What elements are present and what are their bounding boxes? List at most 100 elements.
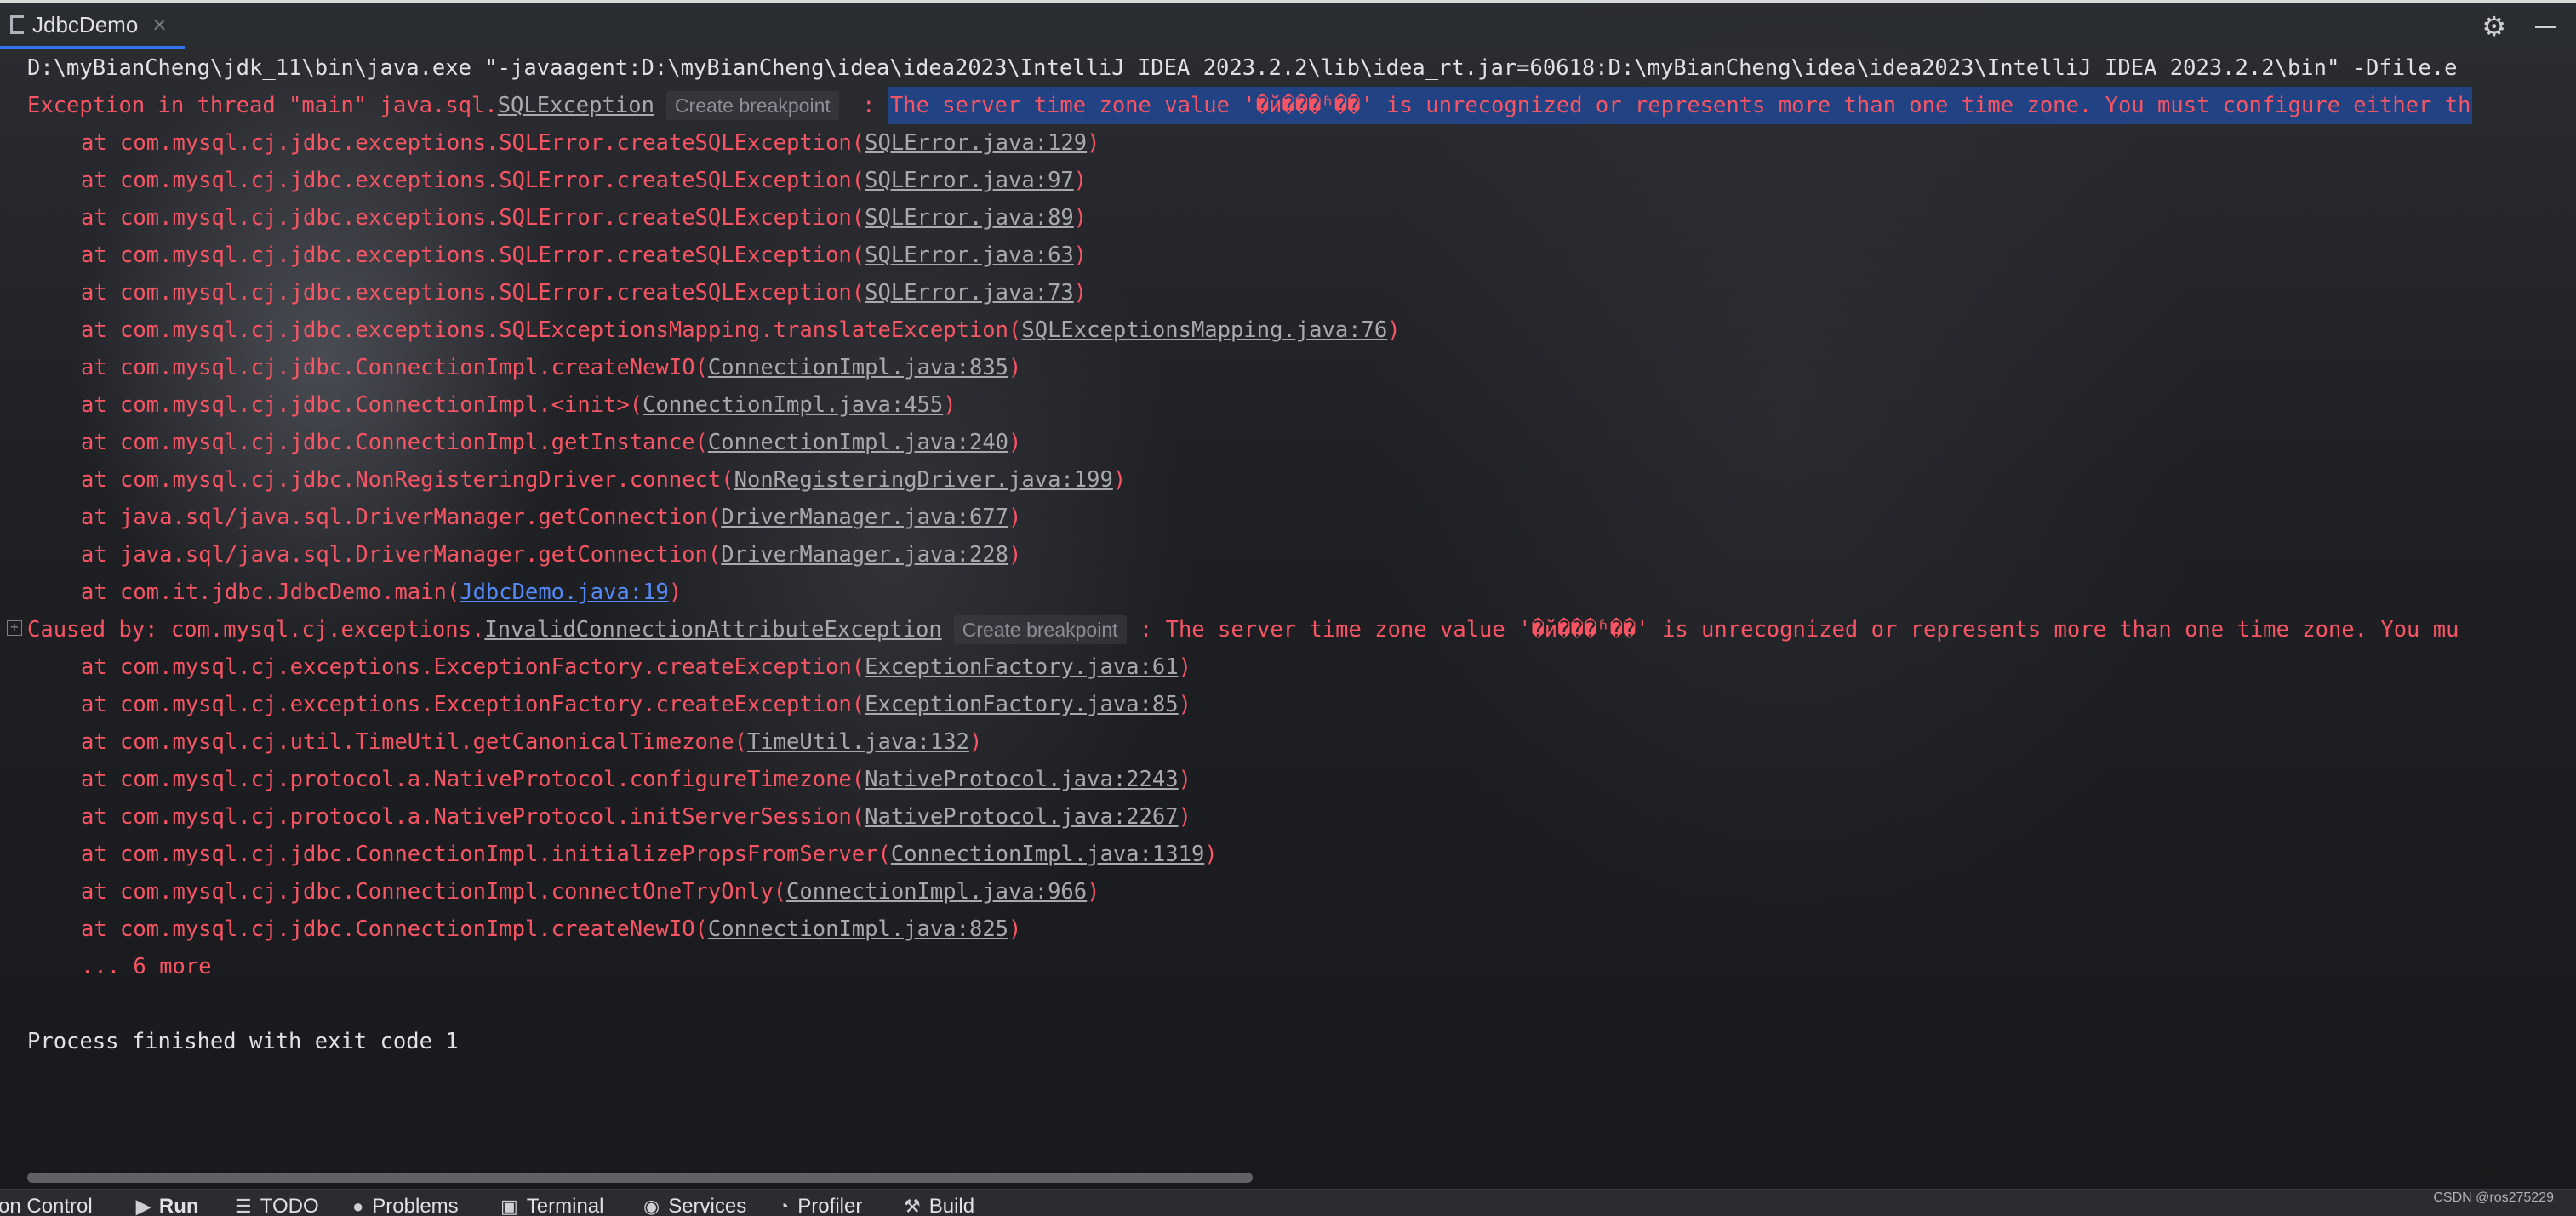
caused-by-class-link[interactable]: InvalidConnectionAttributeException bbox=[484, 611, 941, 648]
stack-frame-line: at com.mysql.cj.protocol.a.NativeProtoco… bbox=[81, 761, 1191, 798]
stack-frame-text: at com.it.jdbc.JdbcDemo.main( bbox=[81, 579, 460, 605]
stack-frame-line: at com.it.jdbc.JdbcDemo.main(JdbcDemo.ja… bbox=[81, 574, 682, 611]
source-file-link[interactable]: DriverManager.java:677 bbox=[721, 499, 1008, 536]
source-file-link[interactable]: NativeProtocol.java:2267 bbox=[865, 798, 1178, 836]
run-tab-bar: JdbcDemo × ⚙ bbox=[0, 3, 2576, 49]
stack-frame-text: at com.mysql.cj.util.TimeUtil.getCanonic… bbox=[81, 729, 747, 755]
tool-run[interactable]: ▶ Run bbox=[136, 1190, 199, 1216]
closing-paren: ) bbox=[1204, 842, 1218, 867]
horizontal-scrollbar[interactable] bbox=[27, 1173, 1253, 1183]
stack-frame-line: at com.mysql.cj.jdbc.exceptions.SQLError… bbox=[81, 274, 1087, 311]
stack-frame-line: at com.mysql.cj.jdbc.exceptions.SQLExcep… bbox=[81, 311, 1401, 349]
stack-frame-text: at com.mysql.cj.jdbc.ConnectionImpl.<ini… bbox=[81, 392, 643, 418]
tool-problems[interactable]: ● Problems bbox=[352, 1190, 459, 1216]
source-file-link[interactable]: NativeProtocol.java:2243 bbox=[865, 761, 1178, 798]
tool-build[interactable]: ⚒ Build bbox=[904, 1190, 974, 1216]
closing-paren: ) bbox=[943, 392, 957, 418]
expand-fold-icon[interactable]: + bbox=[7, 620, 22, 636]
problems-label: Problems bbox=[372, 1195, 459, 1216]
stack-frame-line: at com.mysql.cj.exceptions.ExceptionFact… bbox=[81, 686, 1191, 723]
run-config-icon bbox=[10, 15, 24, 34]
source-file-link[interactable]: DriverManager.java:228 bbox=[721, 536, 1008, 574]
stack-frame-line: at com.mysql.cj.jdbc.ConnectionImpl.crea… bbox=[81, 911, 1021, 948]
stack-frame-line: at com.mysql.cj.jdbc.ConnectionImpl.getI… bbox=[81, 424, 1021, 461]
source-file-link[interactable]: SQLError.java:129 bbox=[865, 124, 1087, 162]
stack-frame-text: at com.mysql.cj.jdbc.ConnectionImpl.getI… bbox=[81, 430, 708, 455]
tool-terminal[interactable]: ▣ Terminal bbox=[500, 1190, 604, 1216]
caused-by-line: Caused by: com.mysql.cj.exceptions. Inval… bbox=[27, 611, 2459, 648]
stack-frame-line: at com.mysql.cj.jdbc.NonRegisteringDrive… bbox=[81, 461, 1126, 499]
source-file-link[interactable]: ConnectionImpl.java:835 bbox=[708, 349, 1008, 386]
closing-paren: ) bbox=[1178, 804, 1191, 830]
stack-frame-text: at com.mysql.cj.protocol.a.NativeProtoco… bbox=[81, 767, 865, 792]
closing-paren: ) bbox=[1087, 879, 1100, 905]
source-file-link[interactable]: SQLError.java:89 bbox=[865, 199, 1074, 237]
stack-frame-text: at java.sql/java.sql.DriverManager.getCo… bbox=[81, 505, 722, 530]
source-file-link[interactable]: ConnectionImpl.java:240 bbox=[708, 424, 1008, 461]
exception-class-link[interactable]: SQLException bbox=[498, 87, 654, 124]
problems-icon: ● bbox=[352, 1196, 364, 1216]
closing-paren: ) bbox=[1178, 767, 1191, 792]
stack-frame-line: at java.sql/java.sql.DriverManager.getCo… bbox=[81, 536, 1021, 574]
tool-profiler[interactable]: ◔ Profiler bbox=[778, 1190, 862, 1216]
stack-frame-line: at com.mysql.cj.jdbc.ConnectionImpl.<ini… bbox=[81, 386, 957, 424]
stack-frame-text: at com.mysql.cj.jdbc.exceptions.SQLError… bbox=[81, 130, 865, 156]
source-file-link[interactable]: ExceptionFactory.java:85 bbox=[865, 686, 1178, 723]
stack-frame-line: at java.sql/java.sql.DriverManager.getCo… bbox=[81, 499, 1021, 536]
source-file-link[interactable]: ExceptionFactory.java:61 bbox=[865, 648, 1178, 686]
more-frames-line: ... 6 more bbox=[81, 954, 212, 979]
closing-paren: ) bbox=[1008, 916, 1022, 942]
stack-frame-text: at com.mysql.cj.jdbc.ConnectionImpl.init… bbox=[81, 842, 891, 867]
list-icon: ☰ bbox=[235, 1196, 252, 1216]
tab-jdbcdemo[interactable]: JdbcDemo × bbox=[0, 3, 185, 49]
right-edge-strip bbox=[2566, 0, 2576, 49]
source-file-link[interactable]: SQLError.java:97 bbox=[865, 162, 1074, 199]
stack-frame-line: at com.mysql.cj.protocol.a.NativeProtoco… bbox=[81, 798, 1191, 836]
stack-frame-text: at com.mysql.cj.jdbc.exceptions.SQLError… bbox=[81, 243, 865, 268]
source-file-link[interactable]: NonRegisteringDriver.java:199 bbox=[734, 461, 1113, 499]
services-icon: ◉ bbox=[643, 1196, 660, 1216]
run-console-output[interactable]: D:\myBianCheng\jdk_11\bin\java.exe "-jav… bbox=[0, 49, 2562, 1173]
stack-frame-text: at com.mysql.cj.exceptions.ExceptionFact… bbox=[81, 692, 865, 717]
closing-paren: ) bbox=[968, 729, 983, 755]
source-file-link[interactable]: SQLExceptionsMapping.java:76 bbox=[1021, 311, 1387, 349]
tab-label: JdbcDemo bbox=[32, 11, 139, 37]
stack-frame-line: at com.mysql.cj.util.TimeUtil.getCanonic… bbox=[81, 723, 982, 761]
build-label: Build bbox=[928, 1195, 975, 1216]
source-file-link[interactable]: SQLError.java:63 bbox=[865, 237, 1074, 274]
source-file-link[interactable]: JdbcDemo.java:19 bbox=[460, 574, 669, 611]
gear-icon[interactable]: ⚙ bbox=[2482, 10, 2506, 43]
stack-frame-text: at com.mysql.cj.jdbc.exceptions.SQLError… bbox=[81, 280, 865, 305]
exception-separator: : bbox=[848, 93, 888, 118]
terminal-label: Terminal bbox=[526, 1195, 604, 1216]
stack-frame-line: at com.mysql.cj.jdbc.exceptions.SQLError… bbox=[81, 124, 1100, 162]
source-file-link[interactable]: ConnectionImpl.java:966 bbox=[786, 873, 1087, 911]
version-control-label: on Control bbox=[0, 1195, 93, 1216]
run-label: Run bbox=[158, 1195, 199, 1216]
closing-paren: ) bbox=[1178, 654, 1191, 680]
stack-frame-text: at com.mysql.cj.exceptions.ExceptionFact… bbox=[81, 654, 865, 680]
source-file-link[interactable]: ConnectionImpl.java:455 bbox=[643, 386, 943, 424]
tool-todo[interactable]: ☰ TODO bbox=[235, 1190, 319, 1216]
stack-frame-text: at com.mysql.cj.jdbc.exceptions.SQLError… bbox=[81, 168, 865, 193]
source-file-link[interactable]: TimeUtil.java:132 bbox=[747, 723, 969, 761]
tool-window-actions: ⚙ bbox=[2482, 3, 2556, 49]
create-breakpoint-button[interactable]: Create breakpoint bbox=[953, 615, 1127, 644]
closing-paren: ) bbox=[1073, 243, 1088, 268]
source-file-link[interactable]: SQLError.java:73 bbox=[865, 274, 1074, 311]
tool-services[interactable]: ◉ Services bbox=[643, 1190, 746, 1216]
command-line: D:\myBianCheng\jdk_11\bin\java.exe "-jav… bbox=[27, 55, 2458, 81]
minimize-icon[interactable] bbox=[2535, 25, 2556, 28]
window-top-edge bbox=[0, 0, 2576, 3]
todo-label: TODO bbox=[260, 1195, 319, 1216]
source-file-link[interactable]: ConnectionImpl.java:825 bbox=[708, 911, 1008, 948]
watermark: CSDN @ros275229 bbox=[2433, 1190, 2554, 1205]
close-icon[interactable]: × bbox=[151, 14, 167, 36]
caused-by-message: : The server time zone value '�й���ʱ��' … bbox=[1126, 617, 2459, 642]
closing-paren: ) bbox=[1087, 130, 1100, 156]
tool-version-control[interactable]: on Control bbox=[0, 1190, 93, 1216]
source-file-link[interactable]: ConnectionImpl.java:1319 bbox=[891, 836, 1204, 873]
selected-exception-message: The server time zone value '�й���ʱ��' is… bbox=[888, 87, 2473, 124]
stack-frame-text: at com.mysql.cj.jdbc.ConnectionImpl.crea… bbox=[81, 355, 708, 380]
create-breakpoint-button[interactable]: Create breakpoint bbox=[665, 91, 839, 120]
